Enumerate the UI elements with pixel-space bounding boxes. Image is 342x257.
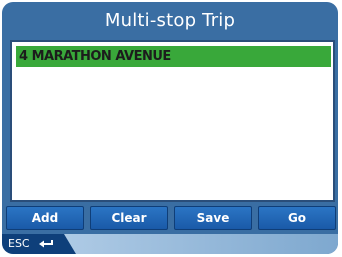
button-bar: Add Clear Save Go: [6, 206, 336, 232]
stop-list[interactable]: 4 MARATHON AVENUE: [10, 40, 335, 202]
esc-label: ESC: [8, 237, 30, 250]
save-button[interactable]: Save: [174, 206, 252, 230]
clear-button[interactable]: Clear: [90, 206, 168, 230]
footer-bar: ESC: [2, 234, 338, 254]
return-arrow-icon: [39, 240, 53, 248]
esc-button[interactable]: ESC: [2, 234, 76, 254]
app-window: Multi-stop Trip 4 MARATHON AVENUE Add Cl…: [2, 2, 338, 254]
add-button[interactable]: Add: [6, 206, 84, 230]
go-button[interactable]: Go: [258, 206, 336, 230]
list-item[interactable]: 4 MARATHON AVENUE: [16, 46, 331, 67]
page-title: Multi-stop Trip: [104, 10, 236, 31]
